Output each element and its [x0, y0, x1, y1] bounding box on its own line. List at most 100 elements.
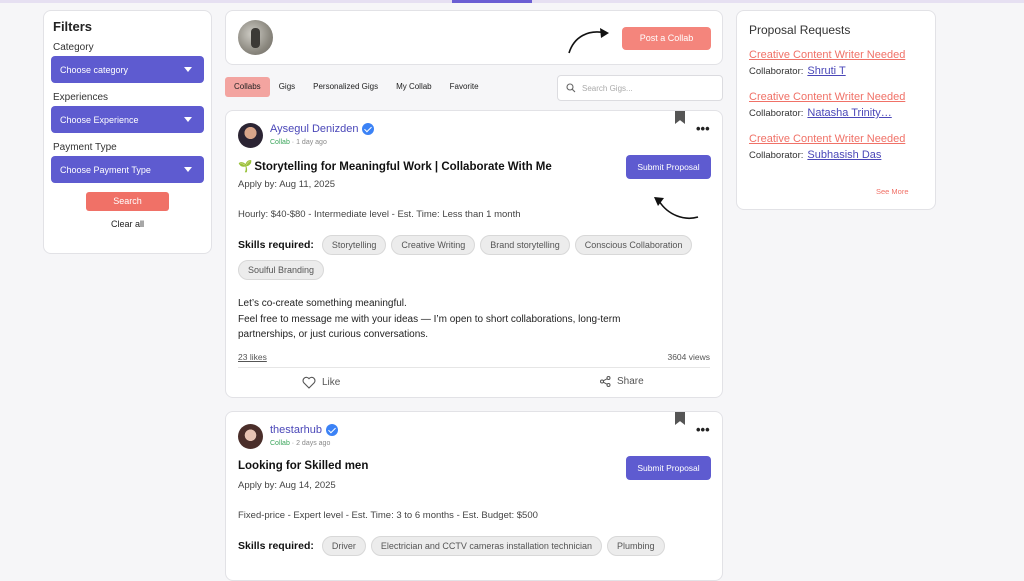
collaborator-link[interactable]: Shruti T: [807, 65, 845, 77]
gig-description-line: Feel free to message me with your ideas …: [238, 313, 621, 341]
gig-tabs: Collabs Gigs Personalized Gigs My Collab…: [225, 77, 488, 97]
collaborator-label: Collaborator:: [749, 150, 804, 161]
gig-meta: Collab · 2 days ago: [270, 440, 331, 447]
tab-favorite[interactable]: Favorite: [441, 77, 488, 97]
gig-title-text: Storytelling for Meaningful Work | Colla…: [254, 161, 552, 173]
sprout-icon: 🌱: [238, 161, 253, 173]
filters-panel: Filters Category Choose category Experie…: [43, 10, 212, 254]
views-count: 3604 views: [667, 352, 710, 362]
arrow-icon: [654, 197, 699, 219]
proposal-collaborator: Collaborator: Natasha Trinity…: [749, 107, 923, 119]
tab-personalized-gigs[interactable]: Personalized Gigs: [304, 77, 387, 97]
collaborator-label: Collaborator:: [749, 108, 804, 119]
gig-meta: Collab · 1 day ago: [270, 139, 327, 146]
share-label: Share: [617, 376, 644, 387]
gig-type: Collab: [270, 139, 290, 146]
gig-apply-by: Apply by: Aug 14, 2025: [238, 480, 336, 491]
tab-gigs[interactable]: Gigs: [270, 77, 304, 97]
clear-all-link[interactable]: Clear all: [51, 219, 204, 229]
arrow-icon: [568, 28, 609, 54]
gig-details: Fixed-price - Expert level - Est. Time: …: [238, 510, 538, 521]
verified-badge-icon: [362, 123, 375, 135]
avatar[interactable]: [238, 424, 263, 449]
tab-my-collab[interactable]: My Collab: [387, 77, 441, 97]
skill-chip: Soulful Branding: [238, 260, 325, 280]
proposal-collaborator: Collaborator: Shruti T: [749, 65, 923, 77]
gig-author-name[interactable]: Aysegul Denizden: [270, 123, 358, 135]
more-icon[interactable]: •••: [696, 422, 710, 437]
skill-chip: Electrician and CCTV cameras installatio…: [370, 536, 602, 556]
skills-label: Skills required:: [238, 540, 314, 552]
bookmark-icon[interactable]: [675, 412, 685, 425]
post-collab-button[interactable]: Post a Collab: [622, 27, 711, 50]
chevron-down-icon: [184, 67, 192, 72]
gig-details: Hourly: $40-$80 - Intermediate level - E…: [238, 209, 521, 220]
user-avatar[interactable]: [238, 20, 273, 55]
gig-author[interactable]: Aysegul Denizden: [270, 123, 375, 135]
gig-search-input[interactable]: [582, 83, 712, 93]
filters-title: Filters: [53, 19, 93, 34]
likes-count[interactable]: 23 likes: [238, 352, 267, 362]
gig-author[interactable]: thestarhub: [270, 424, 338, 436]
experience-select[interactable]: Choose Experience: [51, 106, 204, 133]
submit-proposal-button[interactable]: Submit Proposal: [626, 456, 711, 480]
gig-description: Let’s co-create something meaningful. Fe…: [238, 296, 668, 343]
proposal-collaborator: Collaborator: Subhasish Das: [749, 149, 923, 161]
collaborator-link[interactable]: Subhasish Das: [807, 149, 881, 161]
skill-chip: Driver: [321, 536, 366, 556]
experience-select-value: Choose Experience: [60, 114, 139, 125]
proposal-title-link[interactable]: Creative Content Writer Needed: [749, 133, 925, 145]
collaborator-label: Collaborator:: [749, 66, 804, 77]
proposal-request-item: Creative Content Writer Needed Collabora…: [749, 49, 923, 77]
collaborator-link[interactable]: Natasha Trinity…: [807, 107, 891, 119]
gig-description-line: Let’s co-create something meaningful.: [238, 298, 407, 309]
payment-type-select[interactable]: Choose Payment Type: [51, 156, 204, 183]
chevron-down-icon: [184, 167, 192, 172]
verified-badge-icon: [325, 424, 338, 436]
payment-type-select-value: Choose Payment Type: [60, 164, 151, 175]
gig-card: Aysegul Denizden Collab · 1 day ago ••• …: [225, 110, 723, 398]
gig-time: 2 days ago: [296, 440, 331, 447]
skill-chip: Plumbing: [606, 536, 665, 556]
proposal-requests-panel: Proposal Requests Creative Content Write…: [736, 10, 936, 210]
proposal-title-link[interactable]: Creative Content Writer Needed: [749, 91, 925, 103]
skills-label: Skills required:: [238, 239, 314, 251]
category-label: Category: [53, 42, 94, 53]
payment-type-label: Payment Type: [53, 142, 117, 153]
proposal-request-item: Creative Content Writer Needed Collabora…: [749, 133, 923, 161]
skill-chip: Creative Writing: [391, 235, 476, 255]
gig-author-name[interactable]: thestarhub: [270, 424, 322, 436]
category-select-value: Choose category: [60, 64, 129, 75]
proposal-requests-title: Proposal Requests: [749, 23, 851, 37]
avatar[interactable]: [238, 123, 263, 148]
share-button[interactable]: Share: [600, 376, 644, 387]
skill-chip: Brand storytelling: [480, 235, 570, 255]
gig-card: thestarhub Collab · 2 days ago ••• Looki…: [225, 411, 723, 581]
top-progress-line: [0, 0, 1024, 3]
gig-title: 🌱 Storytelling for Meaningful Work | Coll…: [238, 159, 552, 173]
proposal-request-item: Creative Content Writer Needed Collabora…: [749, 91, 923, 119]
tab-collabs[interactable]: Collabs: [225, 77, 270, 97]
bookmark-icon[interactable]: [675, 111, 685, 124]
top-progress-indicator: [452, 0, 532, 3]
category-select[interactable]: Choose category: [51, 56, 204, 83]
skills-list: Skills required: Driver Electrician and …: [238, 536, 708, 556]
search-icon: [566, 83, 576, 93]
filter-search-button[interactable]: Search: [86, 192, 169, 211]
see-more-link[interactable]: See More: [876, 187, 909, 196]
gig-type: Collab: [270, 440, 290, 447]
gig-apply-by: Apply by: Aug 11, 2025: [238, 179, 336, 190]
more-icon[interactable]: •••: [696, 121, 710, 136]
chevron-down-icon: [184, 117, 192, 122]
gig-search-box: [557, 75, 723, 101]
heart-icon: [302, 376, 316, 389]
submit-proposal-button[interactable]: Submit Proposal: [626, 155, 711, 179]
gig-title: Looking for Skilled men: [238, 460, 369, 472]
divider: [238, 367, 710, 368]
proposal-title-link[interactable]: Creative Content Writer Needed: [749, 49, 925, 61]
gig-time: 1 day ago: [296, 139, 327, 146]
share-icon: [600, 376, 611, 387]
post-bar: Post a Collab: [225, 10, 723, 65]
like-button[interactable]: Like: [302, 376, 340, 389]
skill-chip: Storytelling: [321, 235, 387, 255]
